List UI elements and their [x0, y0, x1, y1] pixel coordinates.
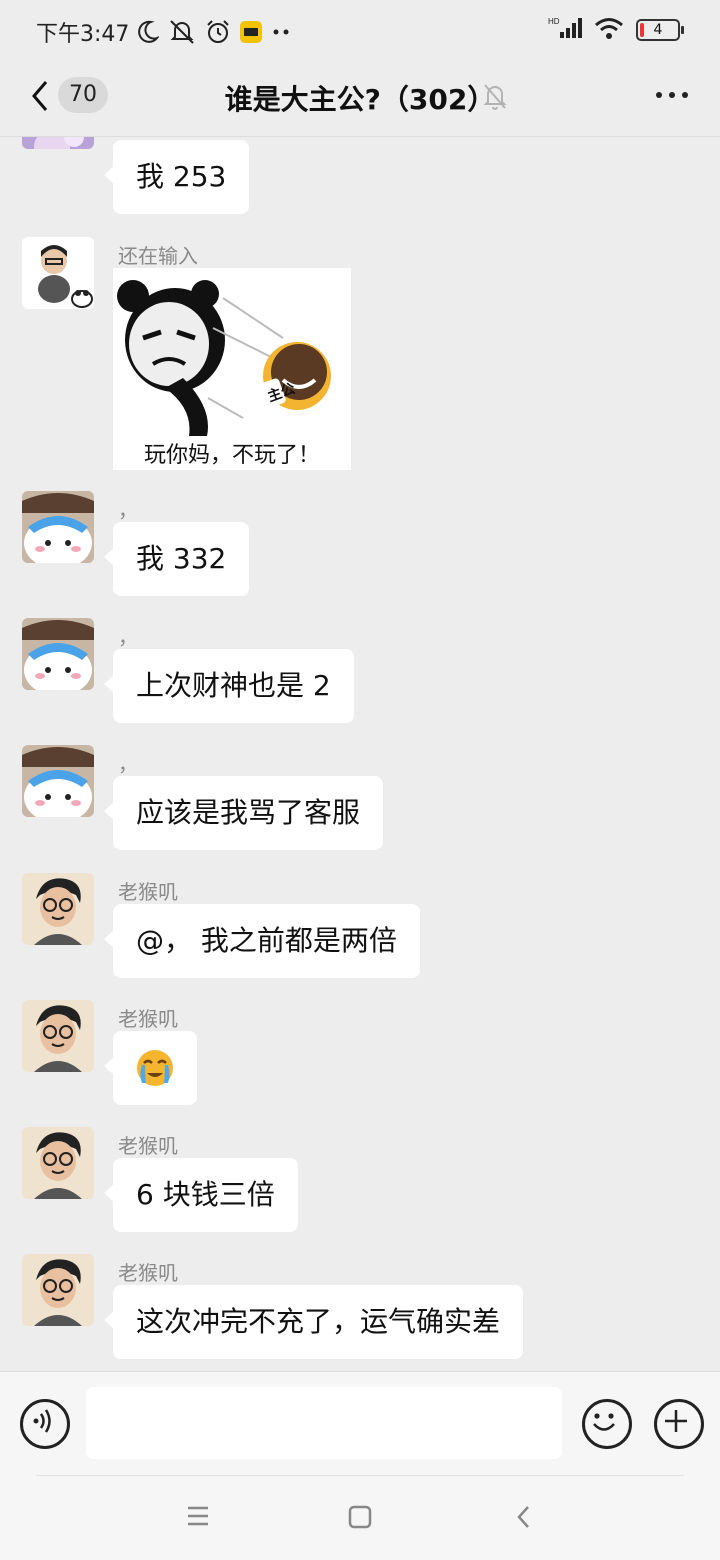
message-item: 我 253 — [0, 137, 720, 217]
signal-icon: HD — [548, 16, 582, 44]
message-item: ， 应该是我骂了客服 — [0, 745, 720, 855]
sender-name: 老猴叽 — [118, 1134, 178, 1158]
sender-name: 还在输入 — [118, 244, 198, 268]
status-time: 下午3:47 — [36, 22, 130, 47]
message-list[interactable]: 我 253 还在输入 主公 玩你妈，不玩了！ ， 我 332 ， 上次财神也是 … — [0, 137, 720, 1371]
sender-name: ， — [118, 752, 138, 776]
message-bubble[interactable]: 上次财神也是 2 — [104, 649, 354, 723]
panda-sticker-image[interactable]: 主公 玩你妈，不玩了！ — [113, 268, 351, 470]
chat-header: 70 谁是大主公?（302） — [0, 60, 720, 137]
glasses-man-avatar[interactable] — [22, 1000, 94, 1072]
plush-toy-avatar[interactable] — [22, 491, 94, 563]
glasses-man-avatar[interactable] — [22, 1254, 94, 1326]
app-notification-icon — [239, 20, 263, 44]
battery-level: 4 — [653, 22, 663, 38]
home-nav-icon[interactable] — [348, 1505, 372, 1533]
sender-name: 老猴叽 — [118, 1261, 178, 1285]
plus-icon[interactable] — [654, 1399, 704, 1449]
plush-toy-avatar[interactable] — [22, 745, 94, 817]
sender-name: ， — [118, 498, 138, 522]
moon-icon — [137, 20, 160, 44]
glasses-man-avatar[interactable] — [22, 1127, 94, 1199]
more-notifications-icon — [271, 28, 291, 36]
sender-name: ， — [118, 625, 138, 649]
more-icon[interactable] — [656, 92, 688, 98]
sticker-caption: 玩你妈，不玩了！ — [144, 443, 320, 468]
message-bubble[interactable]: 我 332 — [103, 522, 250, 596]
silent-icon — [167, 19, 197, 45]
sender-name: 老猴叽 — [118, 1007, 178, 1031]
glasses-man-avatar[interactable] — [22, 873, 94, 945]
message-bubble[interactable]: 应该是我骂了客服 — [103, 776, 384, 850]
message-bubble[interactable] — [104, 1031, 197, 1105]
menu-nav-icon[interactable] — [186, 1505, 210, 1531]
battery-icon: 4 — [636, 19, 684, 41]
message-item: ， 上次财神也是 2 — [0, 618, 720, 728]
signal-label: HD — [548, 17, 560, 26]
status-bar: 下午3:47 HD 4 — [0, 0, 720, 60]
man-cartoon-avatar[interactable] — [22, 237, 94, 309]
message-bubble[interactable]: 我 253 — [103, 140, 250, 214]
message-item: 老猴叽 @， 我之前都是两倍 — [0, 873, 720, 983]
message-item: ， 我 332 — [0, 491, 720, 601]
message-composer — [0, 1371, 720, 1476]
message-item: 老猴叽 这次冲完不充了，运气确实差 — [0, 1254, 720, 1364]
crying-face-icon — [137, 1050, 173, 1086]
voice-icon[interactable] — [20, 1399, 70, 1449]
message-bubble[interactable]: 这次冲完不充了，运气确实差 — [103, 1285, 524, 1359]
emoji-icon[interactable] — [582, 1399, 632, 1449]
message-item: 老猴叽 6 块钱三倍 — [0, 1127, 720, 1237]
message-item: 老猴叽 — [0, 1000, 720, 1110]
alarm-icon — [205, 19, 231, 45]
back-nav-icon[interactable] — [514, 1503, 534, 1535]
anime-avatar[interactable] — [22, 137, 94, 149]
system-navigation-bar — [0, 1475, 720, 1560]
plush-toy-avatar[interactable] — [22, 618, 94, 690]
mute-bell-icon — [482, 82, 508, 114]
wifi-icon — [594, 16, 624, 44]
sender-name: 老猴叽 — [118, 880, 178, 904]
message-input[interactable] — [86, 1387, 562, 1459]
message-item: 还在输入 主公 玩你妈，不玩了！ — [0, 237, 720, 477]
message-bubble[interactable]: 6 块钱三倍 — [104, 1158, 298, 1232]
message-bubble[interactable]: @， 我之前都是两倍 — [104, 904, 420, 978]
chat-title: 谁是大主公?（302） — [224, 83, 496, 116]
